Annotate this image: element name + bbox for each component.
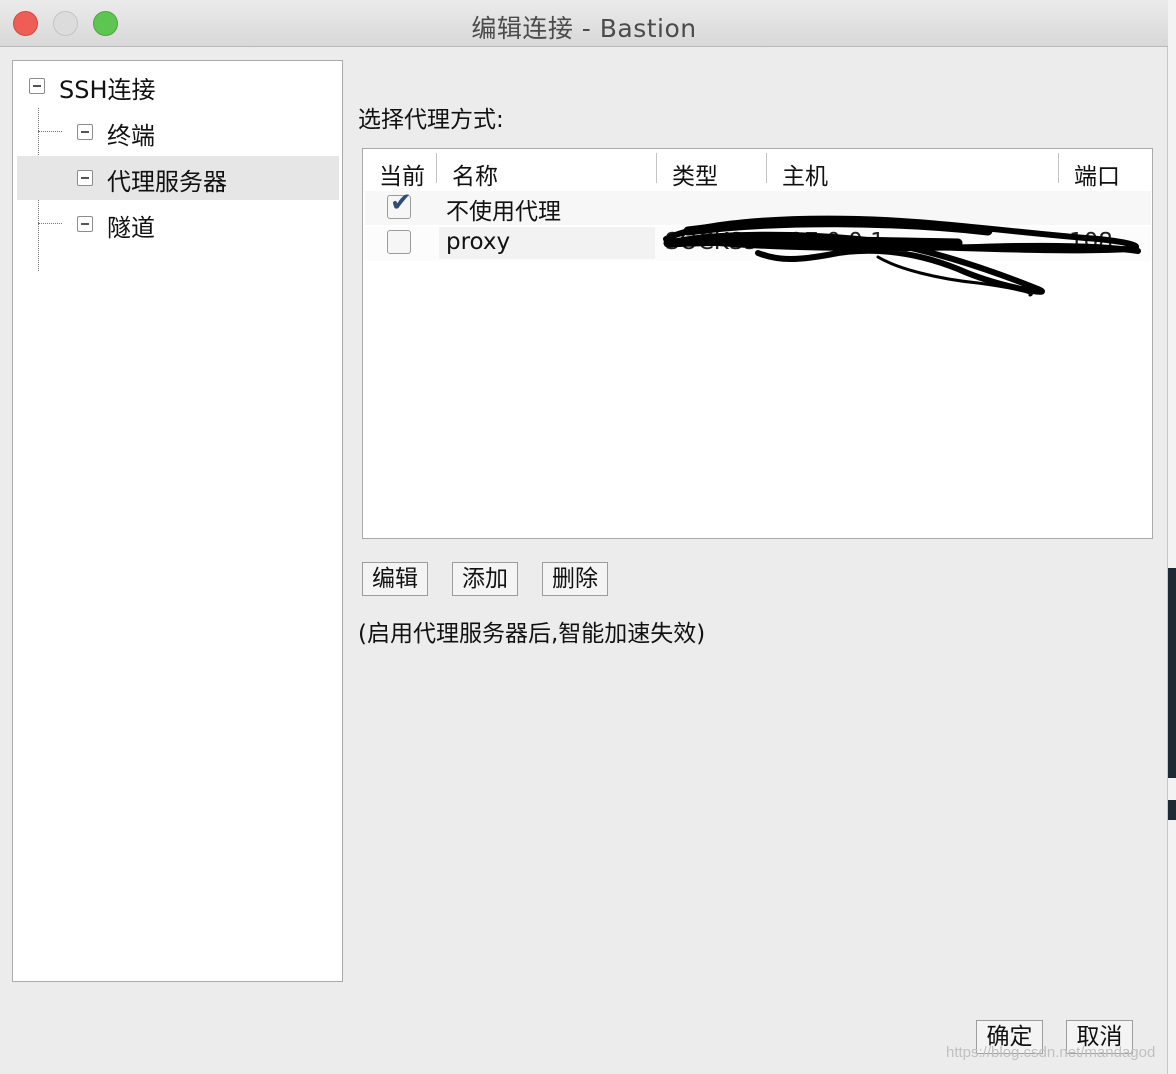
column-separator[interactable] <box>656 153 657 183</box>
delete-button[interactable]: 删除 <box>542 562 608 596</box>
column-header-type[interactable]: 类型 <box>672 157 718 191</box>
column-header-current[interactable]: 当前 <box>379 157 425 191</box>
proxy-name-cell: 不使用代理 <box>446 199 561 225</box>
column-separator[interactable] <box>766 153 767 183</box>
current-checkbox[interactable]: ✔ <box>387 190 412 219</box>
tree-item-label: 终端 <box>107 122 155 150</box>
proxy-note: (启用代理服务器后,智能加速失效) <box>358 621 706 647</box>
tree-item-terminal[interactable]: 终端 <box>17 110 339 154</box>
edit-button[interactable]: 编辑 <box>362 562 428 596</box>
column-separator[interactable] <box>436 153 437 183</box>
tree-item-proxy-server[interactable]: 代理服务器 <box>17 156 339 200</box>
column-separator[interactable] <box>1058 153 1059 183</box>
background-window-edge <box>1168 0 1176 1074</box>
tree-item-tunnel[interactable]: 隧道 <box>17 202 339 246</box>
tree-item-label: 隧道 <box>107 214 155 242</box>
add-button[interactable]: 添加 <box>452 562 518 596</box>
proxy-table: 当前 名称 类型 主机 端口 ✔ 不使用代理 proxy SOCKS5 127.… <box>362 148 1153 539</box>
proxy-name-cell: proxy <box>446 229 511 255</box>
collapse-icon[interactable] <box>77 124 93 140</box>
tree-item-ssh[interactable]: SSH连接 <box>17 64 339 108</box>
settings-tree: SSH连接 终端 代理服务器 隧道 <box>12 60 343 982</box>
title-bar[interactable]: 编辑连接 - Bastion <box>0 0 1168 47</box>
column-header-name[interactable]: 名称 <box>452 157 498 191</box>
window-title: 编辑连接 - Bastion <box>471 14 697 43</box>
collapse-icon[interactable] <box>77 170 93 186</box>
watermark: https://blog.csdn.net/mandagod <box>946 1044 1156 1061</box>
redaction-scribble <box>663 215 1141 297</box>
column-header-host[interactable]: 主机 <box>782 157 828 191</box>
tree-item-label: SSH连接 <box>59 76 156 104</box>
tree-item-label: 代理服务器 <box>107 168 227 196</box>
proxy-prompt-label: 选择代理方式: <box>358 107 504 133</box>
column-header-port[interactable]: 端口 <box>1074 157 1120 191</box>
edit-connection-window: 编辑连接 - Bastion SSH连接 终端 代理服务器 隧道 选择代理方式:… <box>0 0 1168 1074</box>
collapse-icon[interactable] <box>29 78 45 94</box>
checkmark-icon: ✔ <box>390 188 412 218</box>
background-window-fragment <box>1168 568 1176 778</box>
background-window-fragment <box>1168 800 1176 820</box>
current-checkbox[interactable] <box>387 230 411 254</box>
collapse-icon[interactable] <box>77 216 93 232</box>
